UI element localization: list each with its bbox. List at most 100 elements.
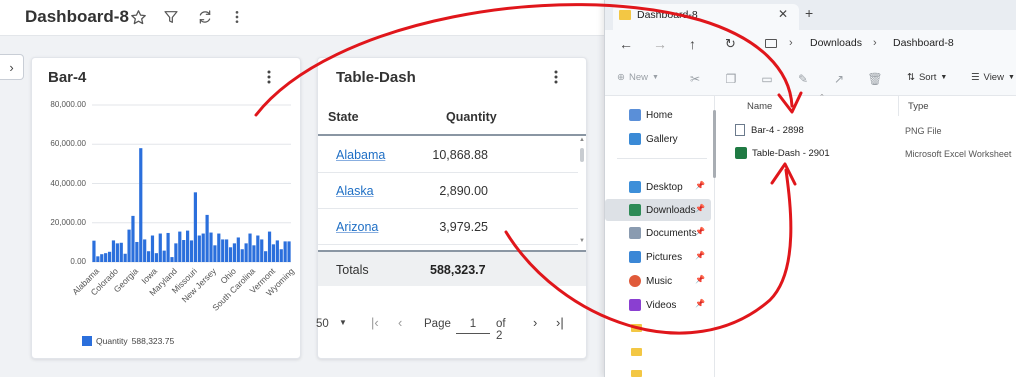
bar[interactable] bbox=[244, 243, 248, 262]
bar[interactable] bbox=[174, 243, 178, 262]
bar[interactable] bbox=[283, 241, 287, 262]
refresh-icon[interactable]: ↻ bbox=[725, 36, 736, 52]
nav-item-music[interactable]: Music 📌 bbox=[605, 270, 711, 292]
bar[interactable] bbox=[205, 214, 209, 262]
column-header-state[interactable]: State bbox=[328, 110, 359, 124]
bar[interactable] bbox=[143, 239, 147, 262]
new-tab-icon[interactable]: + bbox=[805, 5, 813, 21]
bar[interactable] bbox=[236, 237, 240, 262]
state-link[interactable]: Alabama bbox=[336, 148, 385, 162]
column-header-name[interactable]: Name bbox=[747, 101, 772, 112]
chevron-down-icon[interactable]: ▼ bbox=[339, 318, 347, 327]
bar[interactable] bbox=[178, 231, 182, 262]
nav-item-gallery[interactable]: Gallery bbox=[605, 128, 711, 150]
page-size-select[interactable]: 50 bbox=[316, 318, 329, 330]
bar[interactable] bbox=[182, 240, 186, 262]
bar[interactable] bbox=[209, 232, 213, 262]
explorer-tab[interactable]: Dashboard-8 ✕ bbox=[613, 4, 799, 30]
legend-series-total: 588,323.75 bbox=[131, 336, 175, 346]
bar[interactable] bbox=[162, 250, 166, 262]
bar[interactable] bbox=[100, 254, 104, 262]
copy-icon[interactable]: ❐ bbox=[723, 71, 739, 87]
bar[interactable] bbox=[92, 240, 96, 262]
first-page-icon[interactable]: |‹ bbox=[371, 315, 379, 330]
state-link[interactable]: Arizona bbox=[336, 220, 378, 234]
back-icon[interactable]: ← bbox=[619, 36, 633, 52]
bar[interactable] bbox=[221, 239, 225, 262]
bar[interactable] bbox=[287, 241, 291, 262]
delete-icon[interactable]: 🗑 bbox=[867, 71, 883, 87]
nav-item-home[interactable]: Home bbox=[605, 104, 711, 126]
bar[interactable] bbox=[213, 245, 217, 262]
bar[interactable] bbox=[139, 148, 143, 262]
bar[interactable] bbox=[107, 251, 112, 262]
file-row[interactable]: Bar-4 - 2898 bbox=[735, 120, 1015, 140]
new-button[interactable]: ⊕ New ▼ bbox=[617, 72, 659, 83]
nav-scrollbar[interactable] bbox=[713, 110, 716, 178]
this-pc-icon[interactable] bbox=[765, 39, 777, 48]
bar[interactable] bbox=[225, 239, 229, 262]
bar[interactable] bbox=[115, 243, 119, 262]
bar[interactable] bbox=[232, 243, 237, 262]
view-button[interactable]: ☰ View ▼ bbox=[971, 72, 1015, 83]
breadcrumb-downloads[interactable]: Downloads bbox=[810, 37, 862, 49]
bar[interactable] bbox=[256, 235, 260, 262]
bar[interactable] bbox=[264, 251, 268, 262]
table-card-menu-icon[interactable] bbox=[549, 68, 563, 86]
bar[interactable] bbox=[150, 235, 155, 262]
column-header-type[interactable]: Type bbox=[908, 101, 929, 112]
sort-button[interactable]: ⇅ Sort ▼ bbox=[907, 72, 947, 83]
nav-item-videos[interactable]: Videos 📌 bbox=[605, 294, 711, 316]
bar[interactable] bbox=[228, 247, 233, 262]
bar[interactable] bbox=[146, 251, 151, 262]
bar[interactable] bbox=[275, 240, 279, 262]
bar[interactable] bbox=[96, 256, 100, 262]
bar[interactable] bbox=[240, 249, 244, 262]
bar[interactable] bbox=[193, 192, 197, 262]
bar[interactable] bbox=[166, 232, 170, 262]
rename-icon[interactable]: ✎ bbox=[795, 71, 811, 87]
breadcrumb-dashboard-8[interactable]: Dashboard-8 bbox=[893, 37, 954, 49]
bar[interactable] bbox=[279, 249, 283, 262]
bar[interactable] bbox=[201, 233, 205, 262]
bar[interactable] bbox=[154, 253, 158, 262]
gallery-icon bbox=[629, 133, 641, 145]
bar[interactable] bbox=[135, 241, 139, 262]
nav-item-documents[interactable]: Documents 📌 bbox=[605, 222, 711, 244]
bar[interactable] bbox=[197, 235, 201, 262]
bar[interactable] bbox=[170, 257, 174, 262]
next-page-icon[interactable]: › bbox=[533, 315, 537, 330]
bar[interactable] bbox=[127, 229, 131, 262]
bar[interactable] bbox=[123, 253, 127, 262]
bar[interactable] bbox=[104, 253, 108, 262]
close-tab-icon[interactable]: ✕ bbox=[778, 7, 788, 21]
bar[interactable] bbox=[158, 233, 162, 262]
forward-icon[interactable]: → bbox=[653, 36, 667, 52]
bar[interactable] bbox=[252, 245, 256, 262]
state-link[interactable]: Alaska bbox=[336, 184, 374, 198]
bar[interactable] bbox=[217, 233, 221, 262]
share-icon[interactable]: ↗ bbox=[831, 71, 847, 87]
column-header-quantity[interactable]: Quantity bbox=[446, 110, 497, 124]
nav-item-downloads[interactable]: Downloads 📌 bbox=[605, 199, 711, 221]
bar[interactable] bbox=[271, 244, 276, 262]
page-number-input[interactable]: 1 bbox=[456, 314, 490, 334]
previous-page-icon[interactable]: ‹ bbox=[398, 315, 402, 330]
bar[interactable] bbox=[119, 242, 123, 262]
bar[interactable] bbox=[186, 230, 190, 262]
nav-item-desktop[interactable]: Desktop 📌 bbox=[605, 176, 711, 198]
cut-icon[interactable]: ✂ bbox=[687, 71, 703, 87]
last-page-icon[interactable]: ›| bbox=[556, 315, 564, 330]
paste-icon[interactable]: ▭ bbox=[759, 71, 775, 87]
table-scrollbar[interactable]: ▲ ▼ bbox=[578, 137, 586, 246]
table-totals-row: Totals 588,323.75 bbox=[318, 250, 586, 286]
bar[interactable] bbox=[131, 215, 135, 262]
bar[interactable] bbox=[111, 240, 116, 262]
up-icon[interactable]: ↑ bbox=[689, 36, 696, 52]
bar[interactable] bbox=[189, 240, 194, 262]
bar[interactable] bbox=[260, 239, 264, 262]
bar[interactable] bbox=[248, 233, 252, 262]
bar[interactable] bbox=[267, 231, 272, 262]
page-of-label: of 2 bbox=[496, 318, 506, 342]
nav-item-pictures[interactable]: Pictures 📌 bbox=[605, 246, 711, 268]
